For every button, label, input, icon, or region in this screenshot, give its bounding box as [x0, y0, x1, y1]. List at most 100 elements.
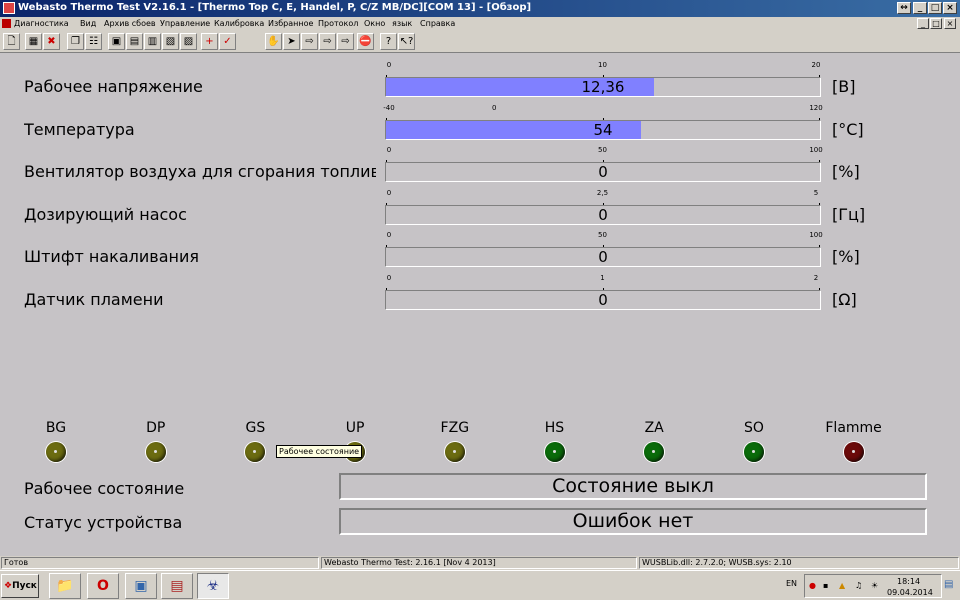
- stop-icon[interactable]: ⛔: [357, 33, 374, 50]
- scale-tick-label: 2,5: [596, 188, 609, 197]
- overview-panel: 0 10 20 Рабочее напряжение 12,36 [В] -40 0 120 Те…: [0, 53, 960, 556]
- indicator-led-icon: [843, 442, 864, 462]
- tray-volume-icon[interactable]: ♫: [855, 581, 862, 590]
- parameter-label: Температура: [24, 119, 135, 139]
- menu-language[interactable]: язык: [392, 19, 412, 28]
- title-bar: Webasto Thermo Test V2.16.1 - [Thermo To…: [0, 0, 960, 17]
- minimize-button[interactable]: _: [913, 2, 927, 14]
- tray-network-icon[interactable]: ▪: [823, 581, 828, 590]
- mdi-minimize-button[interactable]: _: [917, 18, 929, 29]
- parameter-unit: [°C]: [832, 119, 864, 139]
- explorer-icon[interactable]: 📁: [49, 573, 81, 599]
- indicator-label: FZG: [440, 420, 470, 436]
- view3-icon[interactable]: ▥: [144, 33, 161, 50]
- parameter-label: Вентилятор воздуха для сгорания топлива: [24, 162, 376, 181]
- parameter-unit: [%]: [832, 162, 860, 181]
- step1-icon[interactable]: ⇨: [301, 33, 318, 50]
- operating-state-label: Рабочее состояние: [24, 479, 185, 498]
- windows-logo-icon: ❖: [4, 581, 13, 591]
- add-icon[interactable]: +: [201, 33, 218, 50]
- view5-icon[interactable]: ▨: [180, 33, 197, 50]
- language-indicator[interactable]: EN: [786, 579, 797, 588]
- arrow-right-icon[interactable]: ➤: [283, 33, 300, 50]
- window-title: Webasto Thermo Test V2.16.1 - [Thermo To…: [18, 2, 532, 13]
- parameter-unit: [В]: [832, 77, 856, 96]
- step2-icon[interactable]: ⇨: [319, 33, 336, 50]
- scale-tick-label: 20: [811, 61, 821, 69]
- close-doc-icon[interactable]: ✖: [43, 33, 60, 50]
- scale-tick-label: -40: [383, 103, 395, 112]
- scale-tick-label: 2: [813, 273, 819, 282]
- context-help-icon[interactable]: ↖?: [398, 33, 415, 50]
- scale-tick-label: 120: [809, 103, 823, 112]
- opera-icon[interactable]: O: [87, 573, 119, 599]
- back-icon[interactable]: ↔: [897, 2, 911, 14]
- mdi-close-button[interactable]: ×: [944, 18, 956, 29]
- gauge-value: 0: [598, 163, 608, 181]
- scale-tick-label: 10: [598, 61, 607, 69]
- hand-icon[interactable]: ✋: [265, 33, 282, 50]
- show-desktop-icon[interactable]: ▤: [944, 579, 953, 590]
- view1-icon[interactable]: ▣: [108, 33, 125, 50]
- step3-icon[interactable]: ⇨: [337, 33, 354, 50]
- menu-help[interactable]: Справка: [420, 19, 455, 28]
- tray-signal-icon[interactable]: ▲: [839, 581, 845, 590]
- parameter-label: Штифт накаливания: [24, 247, 199, 266]
- menu-protocol[interactable]: Протокол: [318, 19, 358, 28]
- menu-bar: Диагностика Вид Архив сбоев Управление К…: [0, 17, 960, 31]
- scale-tick-label: 50: [598, 231, 607, 239]
- tray-app-icon[interactable]: ●: [809, 581, 816, 590]
- toolbox-icon[interactable]: ▤: [161, 573, 193, 599]
- maximize-button[interactable]: □: [928, 2, 942, 14]
- menu-favorites[interactable]: Избранное: [268, 19, 313, 28]
- app-window-icon[interactable]: ▣: [125, 573, 157, 599]
- parameter-unit: [%]: [832, 247, 860, 266]
- menu-diagnostics[interactable]: Диагностика: [14, 19, 69, 28]
- indicator-so: SO: [724, 420, 784, 462]
- indicator-led-icon: [444, 442, 465, 462]
- gauge-value: 0: [598, 248, 608, 266]
- menu-window[interactable]: Окно: [364, 19, 385, 28]
- menu-calibration[interactable]: Калибровка: [214, 19, 264, 28]
- indicator-led-icon: [245, 442, 266, 462]
- scale-tick-label: 0: [492, 103, 497, 112]
- menu-view[interactable]: Вид: [80, 19, 96, 28]
- indicator-label: ZA: [644, 420, 664, 436]
- status-lib: WUSBLib.dll: 2.7.2.0; WUSB.sys: 2.10: [639, 557, 959, 569]
- indicator-label: Flamme: [825, 420, 882, 436]
- copy-icon[interactable]: ❐: [67, 33, 84, 50]
- indicator-bg: BG: [26, 420, 86, 462]
- thermo-test-task-icon[interactable]: ☣: [197, 573, 229, 599]
- scale-tick-label: 100: [809, 231, 823, 239]
- view4-icon[interactable]: ▧: [162, 33, 179, 50]
- new-icon[interactable]: 🗋: [3, 33, 20, 50]
- scale-tick-label: 1: [600, 273, 605, 282]
- menu-control[interactable]: Управление: [160, 19, 210, 28]
- help-icon[interactable]: ?: [380, 33, 397, 50]
- close-button[interactable]: ×: [943, 2, 957, 14]
- taskbar: ❖Пуск 📁 O ▣ ▤ ☣ EN ● ▪ ▲ ♫ ☀ 18:14 09.04…: [0, 570, 960, 600]
- parameter-unit: [Ω]: [832, 289, 857, 309]
- scale-tick-label: 50: [598, 146, 607, 154]
- scale-tick-label: 5: [813, 188, 819, 197]
- mdi-restore-button[interactable]: □: [930, 18, 942, 29]
- indicator-led-icon: [644, 442, 665, 462]
- view2-icon[interactable]: ▤: [126, 33, 143, 50]
- indicator-label: GS: [245, 420, 266, 436]
- indicator-hs: HS: [525, 420, 585, 462]
- scale-tick-label: 0: [386, 188, 392, 197]
- open-icon[interactable]: ▦: [25, 33, 42, 50]
- app-icon: [3, 2, 15, 14]
- indicator-led-icon: [743, 442, 764, 462]
- status-ready: Готов: [1, 557, 319, 569]
- status-version: Webasto Thermo Test: 2.16.1 [Nov 4 2013]: [321, 557, 637, 569]
- start-button[interactable]: ❖Пуск: [1, 574, 39, 598]
- paste-icon[interactable]: ☷: [85, 33, 102, 50]
- tray-update-icon[interactable]: ☀: [871, 581, 878, 590]
- check-icon[interactable]: ✓: [219, 33, 236, 50]
- parameter-label: Датчик пламени: [24, 289, 164, 309]
- gauge-bar: 54: [385, 119, 821, 140]
- menu-fault-archive[interactable]: Архив сбоев: [104, 19, 156, 28]
- gauge-value: 12,36: [581, 78, 625, 96]
- mdi-system-icon[interactable]: [2, 19, 11, 28]
